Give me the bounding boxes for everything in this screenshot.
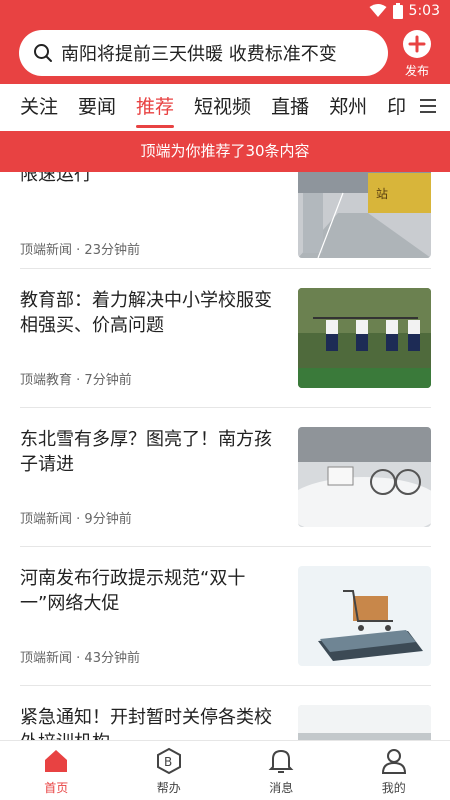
wifi-icon <box>369 4 387 17</box>
subway-station-photo[interactable]: 站 <box>298 158 431 258</box>
recommend-banner: 顶端为你推荐了30条内容 <box>0 131 450 172</box>
svg-text:站: 站 <box>376 187 388 201</box>
tab-headlines[interactable]: 要闻 <box>78 84 116 130</box>
article-meta: 顶端新闻 · 23分钟前 <box>20 243 140 258</box>
tab-zhengzhou[interactable]: 郑州 <box>329 84 367 130</box>
search-bar[interactable]: 南阳将提前三天供暖 收费标准不变 <box>19 30 388 76</box>
battery-icon <box>392 3 403 19</box>
nav-messages[interactable]: 消息 <box>225 741 338 800</box>
channel-tabs: 关注 要闻 推荐 短视频 直播 郑州 印 <box>0 84 450 130</box>
article-meta: 顶端教育 · 7分钟前 <box>20 373 132 388</box>
tabs-scroll: 关注 要闻 推荐 短视频 直播 郑州 印 <box>0 84 412 130</box>
nav-profile[interactable]: 我的 <box>338 741 450 800</box>
students-in-uniform-photo[interactable] <box>298 288 431 388</box>
tab-live[interactable]: 直播 <box>271 84 309 130</box>
list-item[interactable]: 东北雪有多厚？图亮了！南方孩子请进 顶端新闻 · 9分钟前 <box>20 427 431 527</box>
menu-icon[interactable] <box>420 99 436 113</box>
status-time: 5:03 <box>408 3 440 19</box>
article-title[interactable]: 河南发布行政提示规范“双十一”网络大促 <box>20 566 282 616</box>
article-time: 9分钟前 <box>84 512 132 527</box>
list-item[interactable]: 教育部：着力解决中小学校服变相强买、价高问题 顶端教育 · 7分钟前 <box>20 288 431 388</box>
article-time: 7分钟前 <box>84 373 132 388</box>
tab-follow[interactable]: 关注 <box>20 84 58 130</box>
tab-partial[interactable]: 印 <box>387 84 406 130</box>
search-icon <box>34 44 52 62</box>
article-time: 23分钟前 <box>84 243 140 258</box>
nav-help-label: 帮办 <box>156 781 181 795</box>
search-input[interactable]: 南阳将提前三天供暖 收费标准不变 <box>61 40 337 66</box>
divider <box>20 268 431 269</box>
divider <box>20 546 431 547</box>
publish-label: 发布 <box>404 64 429 78</box>
article-title[interactable]: 紧急通知！开封暂时关停各类校外培训机构 <box>20 705 282 740</box>
list-item[interactable]: 河南发布行政提示规范“双十一”网络大促 顶端新闻 · 43分钟前 <box>20 566 431 666</box>
news-feed[interactable]: 首次启用全新管控策略 部分时段限速运行 顶端新闻 · 23分钟前 站 教育部：着… <box>0 130 450 740</box>
top-header: 5:03 南阳将提前三天供暖 收费标准不变 发布 <box>0 0 450 84</box>
article-source: 顶端新闻 <box>20 512 73 527</box>
list-item[interactable]: 紧急通知！开封暂时关停各类校外培训机构 <box>20 705 431 740</box>
divider <box>20 685 431 686</box>
article-source: 顶端新闻 <box>20 243 73 258</box>
badge-icon: B <box>156 747 181 775</box>
tab-short-video[interactable]: 短视频 <box>194 84 251 130</box>
classroom-photo[interactable] <box>298 705 431 740</box>
article-title[interactable]: 东北雪有多厚？图亮了！南方孩子请进 <box>20 427 282 477</box>
article-title[interactable]: 教育部：着力解决中小学校服变相强买、价高问题 <box>20 288 282 338</box>
status-right: 5:03 <box>369 3 440 19</box>
nav-profile-label: 我的 <box>381 781 406 795</box>
bell-icon <box>268 749 294 773</box>
article-source: 顶端新闻 <box>20 651 73 666</box>
divider <box>20 407 431 408</box>
nav-home[interactable]: 首页 <box>0 741 113 800</box>
nav-help[interactable]: B 帮办 <box>113 741 226 800</box>
status-bar: 5:03 <box>0 0 450 24</box>
snow-covered-bikes-photo[interactable] <box>298 427 431 527</box>
shopping-cart-laptop-photo[interactable] <box>298 566 431 666</box>
tab-recommend[interactable]: 推荐 <box>136 84 175 130</box>
bottom-nav: 首页 B 帮办 消息 我的 <box>0 740 450 800</box>
publish-button[interactable]: 发布 <box>398 30 436 79</box>
nav-messages-label: 消息 <box>269 781 294 795</box>
nav-home-label: 首页 <box>44 781 69 795</box>
user-icon <box>381 749 406 774</box>
article-meta: 顶端新闻 · 9分钟前 <box>20 512 132 527</box>
plus-icon <box>403 30 431 58</box>
article-meta: 顶端新闻 · 43分钟前 <box>20 651 140 666</box>
article-source: 顶端教育 <box>20 373 73 388</box>
svg-text:B: B <box>164 755 172 769</box>
article-time: 43分钟前 <box>84 651 140 666</box>
home-icon <box>45 750 68 772</box>
